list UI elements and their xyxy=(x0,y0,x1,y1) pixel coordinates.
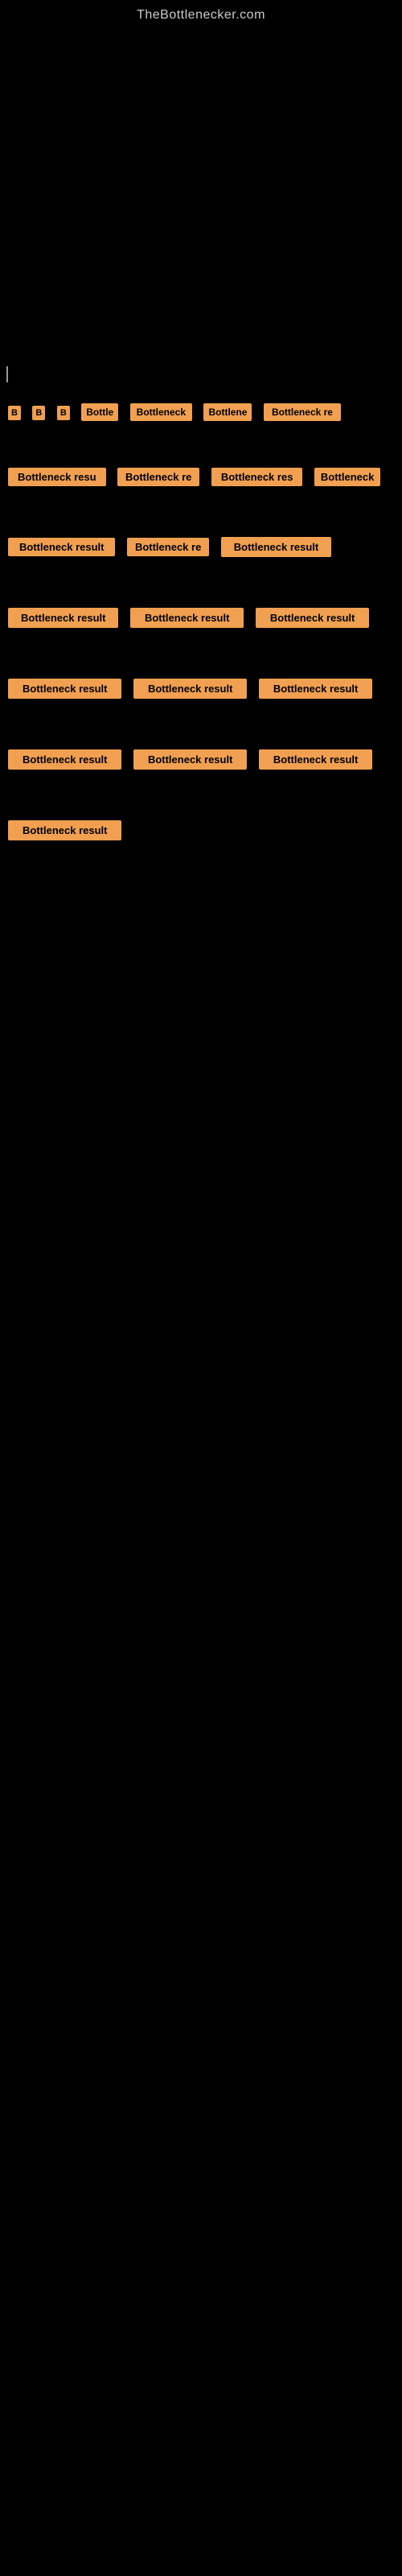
bottleneck-label: Bottleneck result xyxy=(8,679,121,699)
list-item[interactable]: Bottleneck result xyxy=(8,608,118,628)
bottleneck-label: Bottleneck xyxy=(314,468,380,486)
list-item[interactable]: Bottleneck result xyxy=(8,538,115,556)
bottleneck-label: B xyxy=(8,406,21,420)
bottleneck-label: Bottleneck result xyxy=(8,749,121,770)
list-item[interactable]: Bottleneck result xyxy=(133,749,247,770)
list-item[interactable]: B xyxy=(8,405,21,420)
bottleneck-label: B xyxy=(32,406,45,420)
bottleneck-label: Bottleneck result xyxy=(259,679,372,699)
bottleneck-label: Bottleneck result xyxy=(133,749,247,770)
cursor-line xyxy=(6,366,8,382)
main-content: B B B Bottle Bottleneck Bottlene Bottlen… xyxy=(0,27,402,855)
bottleneck-label: Bottleneck result xyxy=(133,679,247,699)
bottleneck-label: B xyxy=(57,406,70,420)
bottleneck-label: Bottleneck re xyxy=(264,403,341,421)
list-item[interactable]: Bottleneck result xyxy=(130,608,244,628)
list-item[interactable]: Bottleneck re xyxy=(117,468,199,486)
site-header: TheBottlenecker.com xyxy=(0,0,402,27)
bottleneck-label: Bottleneck res xyxy=(211,468,303,486)
list-item[interactable]: Bottle xyxy=(81,403,118,421)
list-item[interactable]: Bottlene xyxy=(203,403,252,421)
list-item[interactable]: Bottleneck re xyxy=(264,403,341,421)
bottleneck-label: Bottleneck result xyxy=(8,538,115,556)
bottleneck-label: Bottleneck xyxy=(130,403,192,421)
list-item[interactable]: Bottleneck result xyxy=(8,749,121,770)
list-item[interactable]: Bottleneck result xyxy=(221,537,331,557)
bottleneck-label: Bottleneck re xyxy=(117,468,199,486)
list-item[interactable]: Bottleneck res xyxy=(211,468,303,486)
bottleneck-label: Bottleneck result xyxy=(221,537,331,557)
bottleneck-label: Bottleneck re xyxy=(127,538,209,556)
bottleneck-label: Bottlene xyxy=(203,403,252,421)
list-item[interactable]: Bottleneck result xyxy=(133,679,247,699)
bottleneck-label: Bottleneck result xyxy=(130,608,244,628)
list-item[interactable]: Bottleneck result xyxy=(8,820,121,840)
bottleneck-label: Bottle xyxy=(81,403,118,421)
bottleneck-label: Bottleneck resu xyxy=(8,468,106,486)
bottleneck-label: Bottleneck result xyxy=(256,608,369,628)
list-item[interactable]: Bottleneck xyxy=(130,403,192,421)
site-title: TheBottlenecker.com xyxy=(0,0,402,27)
list-item[interactable]: Bottleneck xyxy=(314,468,380,486)
bottleneck-label: Bottleneck result xyxy=(8,608,118,628)
bottleneck-label: Bottleneck result xyxy=(259,749,372,770)
list-item[interactable]: Bottleneck result xyxy=(259,749,372,770)
list-item[interactable]: Bottleneck result xyxy=(256,608,369,628)
bottleneck-label: Bottleneck result xyxy=(8,820,121,840)
list-item[interactable]: B xyxy=(32,405,45,420)
list-item[interactable]: Bottleneck result xyxy=(259,679,372,699)
list-item[interactable]: Bottleneck resu xyxy=(8,468,106,486)
list-item[interactable]: Bottleneck result xyxy=(8,679,121,699)
list-item[interactable]: B xyxy=(57,405,70,420)
list-item[interactable]: Bottleneck re xyxy=(127,538,209,556)
